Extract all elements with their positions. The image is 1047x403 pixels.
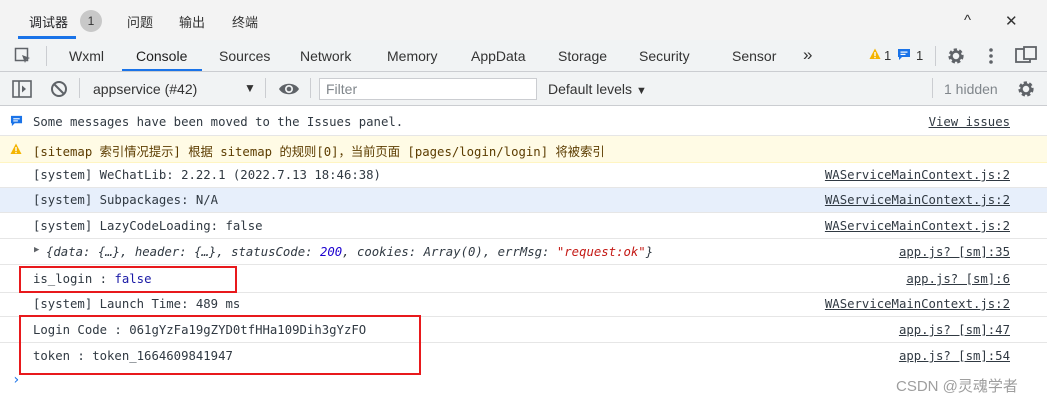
eye-icon[interactable]	[278, 80, 300, 101]
info-message-icon	[10, 115, 23, 130]
console-message: [system] Launch Time: 489 ms WAServiceMa…	[0, 293, 1047, 317]
close-icon[interactable]: ✕	[1005, 12, 1018, 30]
clear-console-icon[interactable]	[50, 80, 68, 101]
gear-icon[interactable]	[946, 46, 966, 69]
tab-wxml[interactable]: Wxml	[69, 48, 104, 64]
tab-storage[interactable]: Storage	[558, 48, 607, 64]
tab-debugger[interactable]: 调试器	[29, 12, 68, 31]
object-preview-mid: , cookies: Array(0), errMsg:	[342, 245, 557, 259]
console-toolbar: appservice (#42) ▼ Default levels ▼ 1 hi…	[0, 72, 1047, 106]
source-link[interactable]: app.js? [sm]:35	[899, 245, 1010, 259]
console-settings-icon[interactable]	[1016, 79, 1036, 102]
console-warning: [sitemap 索引情况提示] 根据 sitemap 的规则[0]，当前页面 …	[0, 136, 1047, 163]
source-link[interactable]: WAServiceMainContext.js:2	[825, 297, 1010, 311]
tab-memory[interactable]: Memory	[387, 48, 438, 64]
devtools-tabbar: Wxml Console Sources Network Memory AppD…	[0, 40, 1047, 72]
divider	[79, 78, 80, 98]
chevron-down-icon[interactable]: ▼	[244, 81, 256, 95]
object-preview[interactable]: {data: {…}, header: {…}, statusCode: 200…	[46, 245, 653, 259]
console-message: ▶ {data: {…}, header: {…}, statusCode: 2…	[0, 239, 1047, 265]
warning-count[interactable]: 1	[884, 48, 891, 63]
tab-sources[interactable]: Sources	[219, 48, 270, 64]
active-tab-indicator	[18, 36, 76, 39]
source-link[interactable]: WAServiceMainContext.js:2	[825, 219, 1010, 233]
chevron-down-icon: ▼	[635, 85, 647, 97]
view-issues-link[interactable]: View issues	[929, 115, 1010, 129]
source-link[interactable]: app.js? [sm]:6	[906, 272, 1010, 286]
dock-side-icon[interactable]	[1015, 46, 1037, 69]
console-message: [system] WeChatLib: 2.22.1 (2022.7.13 18…	[0, 163, 1047, 188]
tab-sensor[interactable]: Sensor	[732, 48, 776, 64]
source-link[interactable]: app.js? [sm]:47	[899, 323, 1010, 337]
highlight-box	[19, 315, 421, 375]
message-text: [system] WeChatLib: 2.22.1 (2022.7.13 18…	[33, 168, 381, 182]
log-levels-dropdown[interactable]: Default levels ▼	[548, 81, 647, 97]
filter-input[interactable]	[319, 78, 537, 100]
err-msg-value: "request:ok"	[556, 245, 646, 259]
info-count[interactable]: 1	[916, 48, 923, 63]
hidden-count: 1 hidden	[944, 81, 998, 97]
log-levels-label: Default levels	[548, 81, 633, 97]
more-tabs-icon[interactable]: »	[803, 45, 812, 65]
more-options-icon[interactable]	[988, 46, 994, 69]
divider	[46, 46, 47, 66]
divider	[935, 46, 936, 66]
inspect-element-icon[interactable]	[14, 47, 32, 68]
panel-tabbar: 调试器 1 问题 输出 终端 ^ ✕	[0, 0, 1047, 40]
console-message: [system] Subpackages: N/A WAServiceMainC…	[0, 188, 1047, 213]
divider	[310, 78, 311, 98]
sidebar-toggle-icon[interactable]	[12, 80, 32, 101]
tab-console[interactable]: Console	[136, 48, 187, 64]
message-text: Some messages have been moved to the Iss…	[33, 115, 404, 129]
console-prompt[interactable]: ›	[12, 372, 20, 388]
divider	[932, 78, 933, 98]
active-tab-indicator	[122, 69, 202, 71]
status-code-value: 200	[319, 245, 343, 259]
source-link[interactable]: app.js? [sm]:54	[899, 349, 1010, 363]
highlight-box	[19, 266, 237, 293]
tab-issues[interactable]: 问题	[127, 12, 153, 31]
tab-appdata[interactable]: AppData	[471, 48, 525, 64]
warning-icon	[10, 143, 22, 158]
source-link[interactable]: WAServiceMainContext.js:2	[825, 168, 1010, 182]
divider	[265, 78, 266, 98]
warning-icon[interactable]	[869, 48, 881, 63]
watermark: CSDN @灵魂学者	[896, 378, 1018, 395]
source-link[interactable]: WAServiceMainContext.js:2	[825, 193, 1010, 207]
object-preview-tail: }	[645, 245, 654, 259]
message-text: [system] Subpackages: N/A	[33, 193, 219, 207]
console-message: [system] LazyCodeLoading: false WAServic…	[0, 213, 1047, 239]
context-select[interactable]: appservice (#42)	[93, 81, 197, 97]
tab-terminal[interactable]: 终端	[232, 12, 258, 31]
collapse-icon[interactable]: ^	[964, 12, 971, 29]
message-text: [system] Launch Time: 489 ms	[33, 297, 241, 311]
message-text: [sitemap 索引情况提示] 根据 sitemap 的规则[0]，当前页面 …	[33, 145, 605, 159]
issue-count-badge: 1	[80, 10, 102, 32]
message-text: [system] LazyCodeLoading: false	[33, 219, 263, 233]
expand-arrow-icon[interactable]: ▶	[34, 245, 39, 255]
info-message-icon[interactable]	[897, 48, 911, 64]
tab-output[interactable]: 输出	[179, 12, 205, 31]
object-preview-head: {data: {…}, header: {…}, statusCode:	[46, 245, 320, 259]
tab-network[interactable]: Network	[300, 48, 351, 64]
console-message: Some messages have been moved to the Iss…	[0, 110, 1047, 136]
tab-security[interactable]: Security	[639, 48, 690, 64]
